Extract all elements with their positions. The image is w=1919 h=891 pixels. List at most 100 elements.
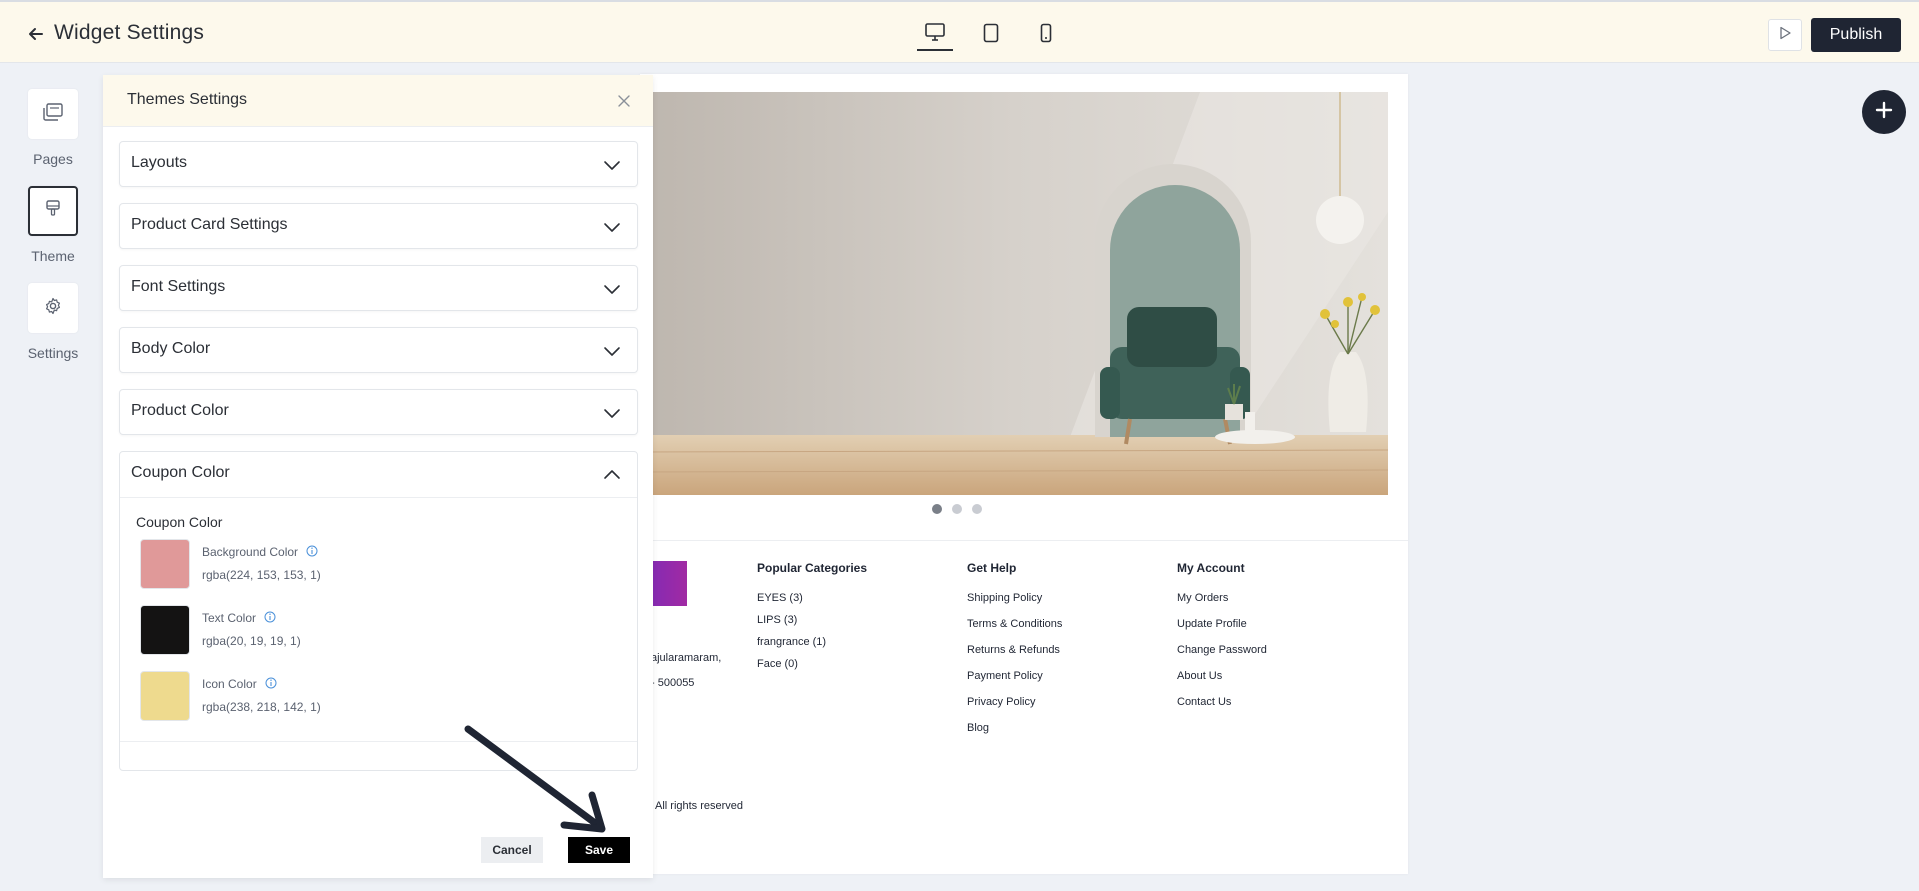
- accordion-label: Font Settings: [131, 278, 226, 295]
- tablet-icon: [983, 23, 999, 48]
- desktop-view-button[interactable]: [917, 19, 953, 51]
- chevron-down-icon: [603, 218, 621, 236]
- footer-link[interactable]: Blog: [967, 722, 1062, 734]
- gear-icon: [44, 297, 62, 320]
- color-value: rgba(238, 218, 142, 1): [202, 700, 321, 714]
- footer-link[interactable]: Terms & Conditions: [967, 618, 1062, 630]
- rail-box: [28, 283, 78, 333]
- carousel-dot[interactable]: [952, 504, 962, 514]
- accordion-label: Layouts: [131, 154, 188, 171]
- hero-banner-image: [640, 92, 1388, 495]
- footer-link[interactable]: Change Password: [1177, 644, 1267, 656]
- footer-link[interactable]: EYES (3): [757, 592, 867, 604]
- footer-address-line: ajularamaram,: [651, 652, 722, 664]
- footer-link[interactable]: Shipping Policy: [967, 592, 1062, 604]
- rail-label: Pages: [33, 151, 73, 167]
- footer-link[interactable]: LIPS (3): [757, 614, 867, 626]
- rail-label: Theme: [31, 248, 75, 264]
- color-value: rgba(20, 19, 19, 1): [202, 634, 301, 648]
- accordion-label: Product Card Settings: [131, 216, 288, 233]
- carousel-dot[interactable]: [972, 504, 982, 514]
- play-icon: [1778, 26, 1792, 45]
- accordion-body-color[interactable]: Body Color: [119, 327, 638, 373]
- footer-link[interactable]: Returns & Refunds: [967, 644, 1062, 656]
- accordion-coupon-color: Coupon Color Coupon Color Background Col…: [119, 451, 638, 771]
- accordion-label: Coupon Color: [131, 464, 230, 481]
- color-label: Icon Color: [202, 677, 277, 691]
- footer-link[interactable]: Update Profile: [1177, 618, 1267, 630]
- mobile-icon: [1040, 23, 1052, 48]
- footer-link[interactable]: Face (0): [757, 658, 867, 670]
- back-arrow-icon[interactable]: [26, 24, 46, 44]
- footer-heading: Popular Categories: [757, 561, 868, 575]
- footer-link[interactable]: Privacy Policy: [967, 696, 1062, 708]
- footer-link[interactable]: frangrance (1): [757, 636, 867, 648]
- rail-box: [28, 89, 78, 139]
- info-icon[interactable]: [264, 611, 276, 623]
- footer-address-line: - 500055: [651, 677, 695, 689]
- cancel-button[interactable]: Cancel: [481, 837, 543, 863]
- chevron-down-icon: [603, 280, 621, 298]
- page-title: Widget Settings: [54, 21, 205, 44]
- accordion-product-card-settings[interactable]: Product Card Settings: [119, 203, 638, 249]
- accordion-coupon-color-header[interactable]: Coupon Color: [120, 452, 637, 498]
- info-icon[interactable]: [306, 545, 318, 557]
- rail-box: [28, 186, 78, 236]
- background-color-swatch[interactable]: [140, 539, 190, 589]
- footer-link[interactable]: Contact Us: [1177, 696, 1267, 708]
- chevron-up-icon: [603, 466, 621, 484]
- footer-link[interactable]: Payment Policy: [967, 670, 1062, 682]
- info-icon[interactable]: [265, 677, 277, 689]
- carousel-dots[interactable]: [932, 504, 982, 514]
- footer-copyright: All rights reserved: [655, 800, 744, 812]
- rail-item-pages[interactable]: Pages: [24, 89, 82, 167]
- chevron-down-icon: [603, 156, 621, 174]
- chevron-down-icon: [603, 404, 621, 422]
- footer-link[interactable]: About Us: [1177, 670, 1267, 682]
- panel-header: Themes Settings: [103, 75, 653, 127]
- save-button[interactable]: Save: [568, 837, 630, 863]
- carousel-dot[interactable]: [932, 504, 942, 514]
- color-label-text: Text Color: [202, 611, 257, 625]
- footer-get-help: Get Help Shipping Policy Terms & Conditi…: [967, 561, 1062, 748]
- close-icon[interactable]: [615, 92, 633, 110]
- rail-label: Settings: [27, 345, 79, 361]
- text-color-row: Text Color rgba(20, 19, 19, 1): [140, 605, 600, 657]
- annotation-arrow-icon: [464, 725, 606, 833]
- footer-link[interactable]: My Orders: [1177, 592, 1267, 604]
- plus-icon: [1874, 100, 1894, 125]
- color-label: Background Color: [202, 545, 318, 559]
- rail-item-settings[interactable]: Settings: [24, 283, 82, 361]
- publish-button[interactable]: Publish: [1811, 18, 1901, 52]
- brush-icon: [45, 199, 61, 224]
- desktop-icon: [925, 22, 945, 46]
- footer-divider: [640, 540, 1408, 541]
- text-color-swatch[interactable]: [140, 605, 190, 655]
- icon-color-swatch[interactable]: [140, 671, 190, 721]
- footer-heading: My Account: [1177, 561, 1245, 575]
- pages-icon: [43, 102, 63, 126]
- icon-color-row: Icon Color rgba(238, 218, 142, 1): [140, 671, 600, 723]
- footer-heading: Get Help: [967, 561, 1017, 575]
- footer-my-account: My Account My Orders Update Profile Chan…: [1177, 561, 1267, 722]
- chevron-down-icon: [603, 342, 621, 360]
- preview-button[interactable]: [1768, 19, 1802, 51]
- color-value: rgba(224, 153, 153, 1): [202, 568, 321, 582]
- background-color-row: Background Color rgba(224, 153, 153, 1): [140, 539, 600, 591]
- add-widget-button[interactable]: [1862, 90, 1906, 134]
- color-label: Text Color: [202, 611, 276, 625]
- accordion-label: Product Color: [131, 402, 229, 419]
- coupon-color-subtitle: Coupon Color: [136, 514, 223, 530]
- panel-title: Themes Settings: [127, 91, 248, 108]
- accordion-font-settings[interactable]: Font Settings: [119, 265, 638, 311]
- footer-popular-categories: Popular Categories EYES (3) LIPS (3) fra…: [757, 561, 867, 680]
- top-bar: Widget Settings Publish: [0, 0, 1919, 63]
- accordion-layouts[interactable]: Layouts: [119, 141, 638, 187]
- color-label-text: Icon Color: [202, 677, 257, 691]
- color-label-text: Background Color: [202, 545, 299, 559]
- accordion-label: Body Color: [131, 340, 211, 357]
- tablet-view-button[interactable]: [973, 19, 1009, 51]
- mobile-view-button[interactable]: [1028, 19, 1064, 51]
- rail-item-theme[interactable]: Theme: [24, 186, 82, 264]
- accordion-product-color[interactable]: Product Color: [119, 389, 638, 435]
